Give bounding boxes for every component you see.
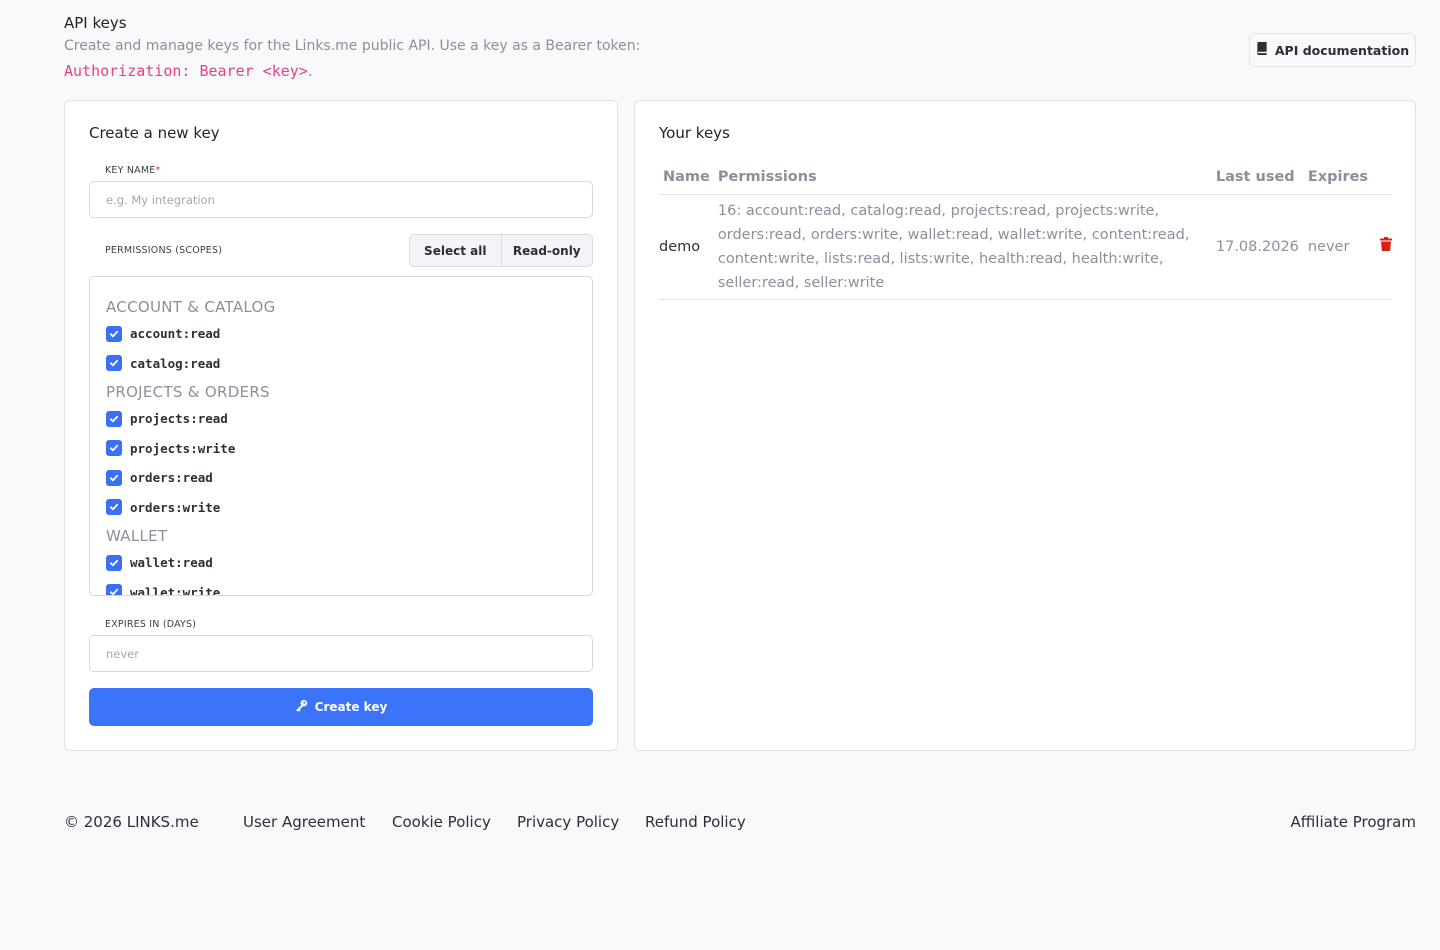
expires-input[interactable] [89, 635, 593, 672]
copyright: © 2026 LINKS.me [64, 813, 199, 831]
permission-presets: Select all Read-only [409, 234, 593, 267]
permission-item[interactable]: wallet:read [106, 548, 576, 578]
permission-name: catalog:read [130, 355, 221, 371]
api-documentation-label: API documentation [1274, 42, 1410, 58]
page-header: API keys Create and manage keys for the … [64, 14, 1416, 84]
auth-suffix: . [307, 62, 313, 80]
permission-checkbox[interactable] [106, 469, 122, 486]
permission-group-title: PROJECTS & ORDERS [106, 383, 270, 401]
column-actions [1372, 161, 1392, 195]
column-permissions: Permissions [713, 161, 1212, 195]
trash-icon[interactable] [1380, 236, 1392, 251]
permission-item[interactable]: catalog:read [106, 349, 576, 379]
key-actions-cell [1372, 194, 1392, 300]
permission-name: account:read [130, 326, 221, 342]
permission-group-title: WALLET [106, 527, 168, 545]
permission-checkbox[interactable] [106, 499, 122, 516]
permission-item[interactable]: projects:write [106, 434, 576, 464]
permission-name: orders:write [130, 499, 221, 515]
permissions-label: PERMISSIONS (SCOPES) [105, 245, 223, 256]
key-name-input[interactable] [89, 181, 593, 218]
permission-checkbox[interactable] [106, 325, 122, 342]
your-keys-title: Your keys [659, 124, 730, 142]
permission-name: projects:write [130, 440, 236, 456]
permission-checkbox[interactable] [106, 440, 122, 457]
key-name-label: KEY NAME* [105, 165, 160, 176]
auth-example: Authorization: Bearer <key>. [64, 62, 313, 80]
key-permissions-cell: 16: account:read, catalog:read, projects… [713, 194, 1212, 300]
keys-table-header: Name Permissions Last used Expires [659, 161, 1392, 195]
permission-name: orders:read [130, 470, 213, 486]
footer-link-privacy-policy[interactable]: Privacy Policy [517, 813, 619, 831]
api-documentation-button[interactable]: API documentation [1249, 33, 1416, 67]
footer-link-affiliate-program[interactable]: Affiliate Program [1291, 813, 1416, 831]
create-key-button[interactable]: Create key [89, 688, 593, 726]
your-keys-card: Your keys Name Permissions Last used Exp… [634, 100, 1416, 751]
key-name-label-text: KEY NAME [105, 165, 156, 176]
permission-checkbox[interactable] [106, 410, 122, 427]
permission-checkbox[interactable] [106, 355, 122, 372]
column-last-used: Last used [1211, 161, 1304, 195]
page-description: Create and manage keys for the Links.me … [64, 38, 641, 54]
read-only-button[interactable]: Read-only [500, 235, 592, 266]
create-key-title: Create a new key [89, 124, 220, 142]
column-expires: Expires [1303, 161, 1373, 195]
page-footer: © 2026 LINKS.me User Agreement Cookie Po… [64, 813, 1416, 833]
permission-item[interactable]: orders:read [106, 463, 576, 493]
footer-link-user-agreement[interactable]: User Agreement [243, 813, 365, 831]
footer-link-cookie-policy[interactable]: Cookie Policy [392, 813, 491, 831]
expires-label: EXPIRES IN (DAYS) [105, 619, 197, 630]
permissions-list[interactable]: ACCOUNT & CATALOG account:read catalog:rea… [89, 276, 593, 596]
api-keys-page: API keys Create and manage keys for the … [0, 0, 1440, 950]
permissions-scroll-content: ACCOUNT & CATALOG account:read catalog:rea… [106, 293, 576, 596]
key-name-cell: demo [659, 194, 714, 300]
column-name: Name [659, 161, 714, 195]
key-last-used-cell: 17.08.2026 [1211, 194, 1304, 300]
auth-code: Authorization: Bearer <key> [64, 62, 308, 80]
table-row: demo 16: account:read, catalog:read, pro… [659, 194, 1392, 300]
book-icon [1256, 42, 1268, 58]
required-marker: * [155, 165, 161, 176]
select-all-button[interactable]: Select all [410, 235, 501, 266]
permission-item[interactable]: projects:read [106, 404, 576, 434]
permission-item[interactable]: wallet:write [106, 578, 576, 596]
keys-table: Name Permissions Last used Expires demo … [659, 161, 1392, 300]
permission-name: wallet:read [130, 555, 213, 571]
create-key-card: Create a new key KEY NAME* PERMISSIONS (… [64, 100, 618, 751]
permission-name: projects:read [130, 411, 228, 427]
permission-item[interactable]: orders:write [106, 493, 576, 523]
key-icon [295, 699, 308, 715]
create-key-label: Create key [314, 700, 388, 714]
key-expires-cell: never [1303, 194, 1373, 300]
permission-checkbox[interactable] [106, 584, 122, 595]
page-title: API keys [64, 14, 127, 32]
permission-item[interactable]: account:read [106, 319, 576, 349]
permission-name: wallet:write [130, 584, 221, 596]
permission-checkbox[interactable] [106, 554, 122, 571]
permission-group-title: ACCOUNT & CATALOG [106, 298, 276, 316]
footer-link-refund-policy[interactable]: Refund Policy [645, 813, 746, 831]
